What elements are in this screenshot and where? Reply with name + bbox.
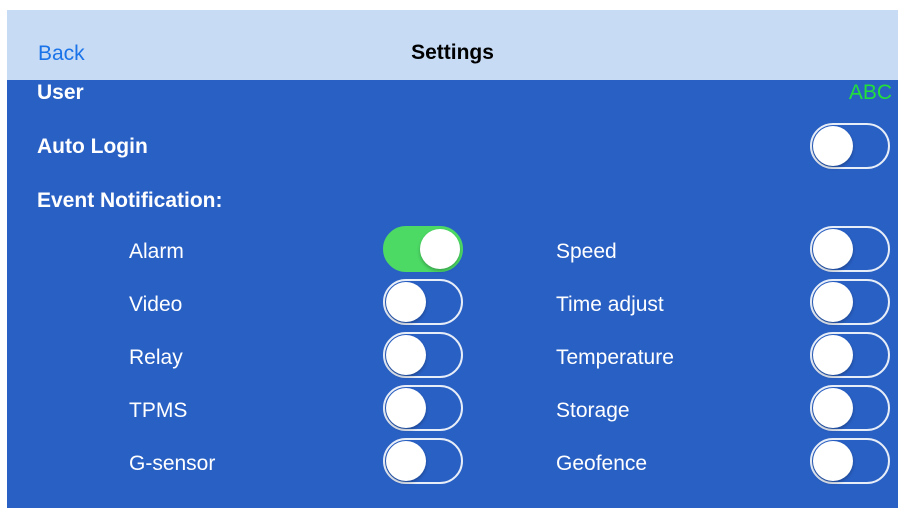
event-toggle-storage[interactable]	[810, 385, 890, 431]
event-label-g-sensor: G-sensor	[129, 452, 216, 475]
toggle-knob	[386, 282, 426, 322]
event-toggle-geofence[interactable]	[810, 438, 890, 484]
toggle-knob	[386, 335, 426, 375]
event-label-relay: Relay	[129, 346, 183, 369]
toggle-knob	[813, 388, 853, 428]
toggle-knob	[386, 441, 426, 481]
page-title: Settings	[411, 41, 494, 64]
toggle-knob	[813, 126, 853, 166]
event-label-time-adjust: Time adjust	[556, 293, 664, 316]
event-notification-heading: Event Notification:	[37, 189, 223, 212]
auto-login-label: Auto Login	[37, 135, 148, 158]
toggle-knob	[386, 388, 426, 428]
event-toggle-relay[interactable]	[383, 332, 463, 378]
settings-screen: Back Settings User ABC Auto Login Event …	[7, 10, 898, 508]
user-label: User	[37, 81, 84, 104]
event-toggle-alarm[interactable]	[383, 226, 463, 272]
event-label-storage: Storage	[556, 399, 630, 422]
toggle-knob	[813, 335, 853, 375]
toggle-knob	[813, 441, 853, 481]
toggle-knob	[420, 229, 460, 269]
toggle-knob	[813, 229, 853, 269]
event-label-geofence: Geofence	[556, 452, 648, 475]
event-label-alarm: Alarm	[129, 240, 184, 263]
event-toggle-time-adjust[interactable]	[810, 279, 890, 325]
event-toggle-g-sensor[interactable]	[383, 438, 463, 484]
auto-login-toggle[interactable]	[810, 123, 890, 169]
event-toggle-temperature[interactable]	[810, 332, 890, 378]
event-toggle-speed[interactable]	[810, 226, 890, 272]
event-toggle-video[interactable]	[383, 279, 463, 325]
event-label-tpms: TPMS	[129, 399, 188, 422]
navigation-bar: Back Settings	[7, 10, 898, 80]
event-toggle-tpms[interactable]	[383, 385, 463, 431]
event-label-speed: Speed	[556, 240, 617, 263]
event-label-video: Video	[129, 293, 183, 316]
user-value: ABC	[848, 81, 892, 104]
event-label-temperature: Temperature	[556, 346, 674, 369]
toggle-knob	[813, 282, 853, 322]
